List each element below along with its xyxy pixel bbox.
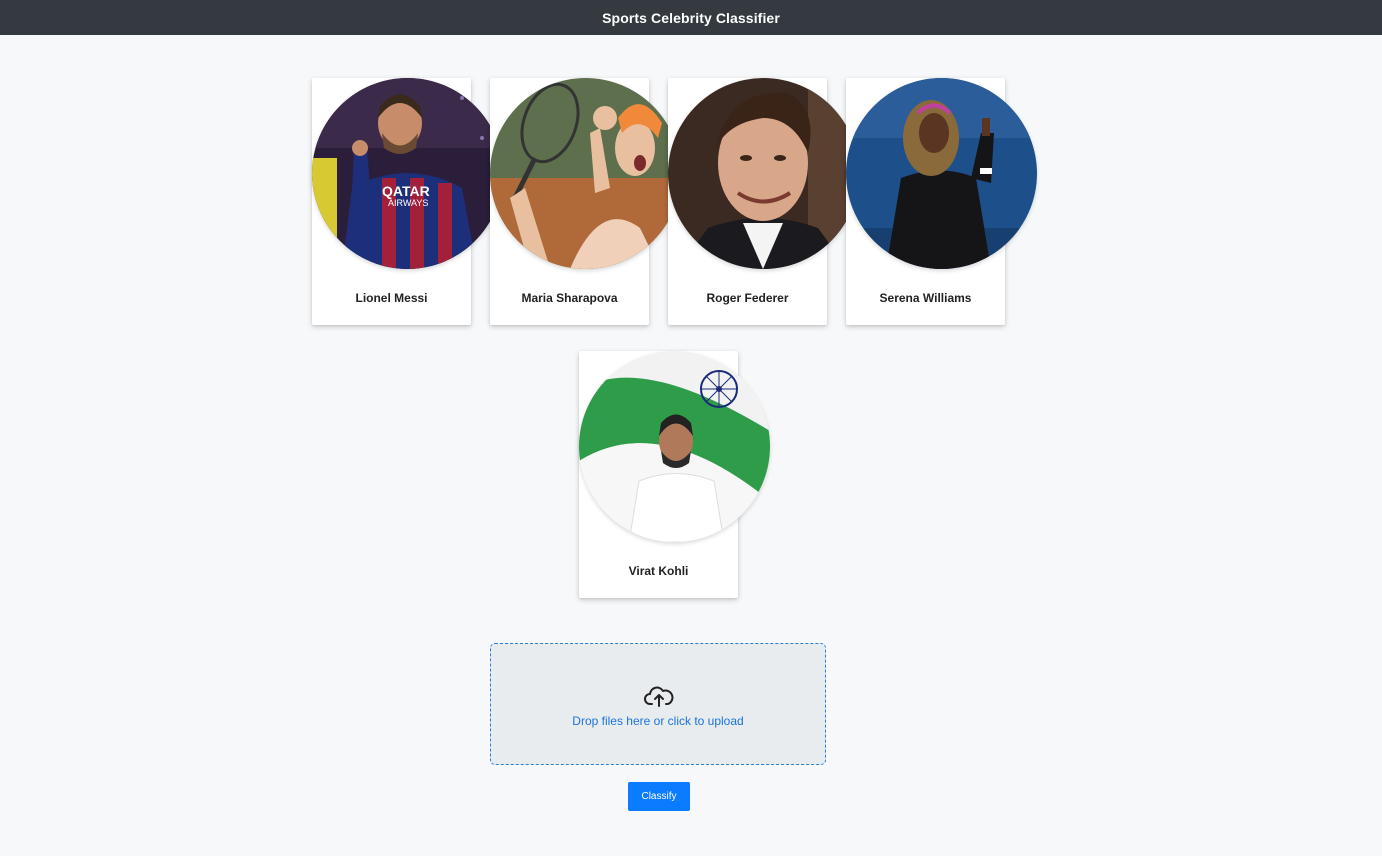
upload-dropzone[interactable]: Drop files here or click to upload	[490, 643, 826, 765]
celebrity-card-kohli: Virat Kohli	[579, 351, 770, 598]
celebrity-card-sharapova: Maria Sharapova	[490, 78, 681, 325]
federer-photo	[668, 78, 859, 269]
classify-button[interactable]: Classify	[628, 782, 690, 811]
celebrity-card-federer: Roger Federer	[668, 78, 859, 325]
celebrity-card-serena: Serena Williams	[846, 78, 1037, 325]
celebrity-name: Roger Federer	[706, 291, 789, 305]
serena-photo	[846, 78, 1037, 269]
svg-text:AIRWAYS: AIRWAYS	[388, 198, 428, 208]
kohli-photo	[579, 351, 770, 542]
svg-text:QATAR: QATAR	[382, 183, 430, 199]
cloud-upload-icon	[644, 684, 674, 708]
app-title: Sports Celebrity Classifier	[602, 9, 780, 26]
dropzone-message: Drop files here or click to upload	[572, 714, 744, 728]
celebrity-card-messi: QATAR AIRWAYS Lionel Messi	[312, 78, 503, 325]
sharapova-photo	[490, 78, 681, 269]
celebrity-name: Serena Williams	[879, 291, 972, 305]
celebrity-name: Virat Kohli	[628, 564, 689, 578]
celebrity-name: Lionel Messi	[355, 291, 428, 305]
celebrity-name: Maria Sharapova	[521, 291, 618, 305]
navbar: Sports Celebrity Classifier	[0, 0, 1382, 35]
messi-photo: QATAR AIRWAYS	[312, 78, 503, 269]
